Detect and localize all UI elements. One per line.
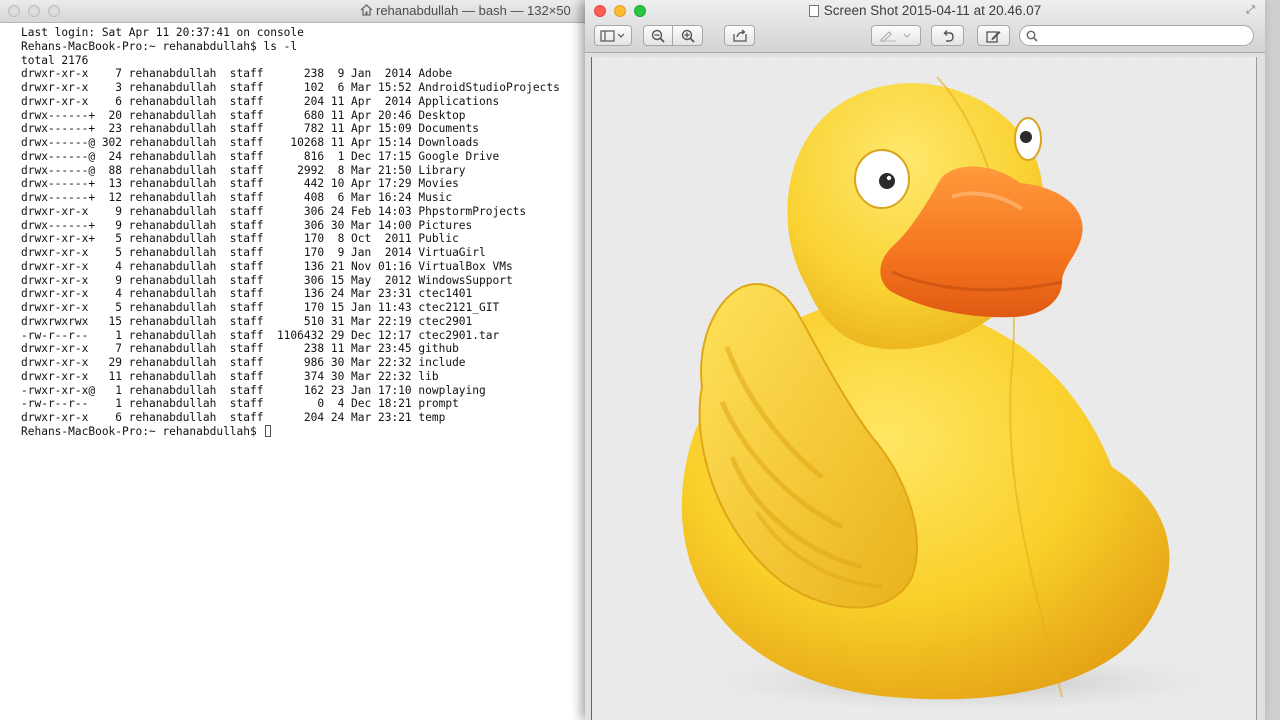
terminal-output[interactable]: Last login: Sat Apr 11 20:37:41 on conso… <box>21 26 596 720</box>
terminal-line: -rwxr-xr-x@ 1 rehanabdullah staff 162 23… <box>21 383 486 397</box>
share-icon <box>732 29 747 42</box>
terminal-prompt: Rehans-MacBook-Pro:~ rehanabdullah$ <box>21 424 264 438</box>
edit-toolbar-button[interactable] <box>977 25 1010 46</box>
markup-toolbox-icon <box>986 30 1001 43</box>
terminal-line: drwx------@ 88 rehanabdullah staff 2992 … <box>21 163 466 177</box>
terminal-line: drwxr-xr-x 9 rehanabdullah staff 306 15 … <box>21 273 513 287</box>
zoom-in-icon <box>681 29 695 43</box>
terminal-line: drwx------+ 20 rehanabdullah staff 680 1… <box>21 108 466 122</box>
terminal-line: drwxr-xr-x 6 rehanabdullah staff 204 24 … <box>21 411 446 424</box>
terminal-line: drwxr-xr-x 6 rehanabdullah staff 204 11 … <box>21 94 500 108</box>
terminal-line: drwx------+ 9 rehanabdullah staff 306 30… <box>21 218 473 232</box>
terminal-line: drwxr-xr-x 29 rehanabdullah staff 986 30… <box>21 356 466 369</box>
terminal-line: drwxr-xr-x 7 rehanabdullah staff 238 11 … <box>21 342 459 356</box>
terminal-line: Last login: Sat Apr 11 20:37:41 on conso… <box>21 26 304 39</box>
terminal-line: drwx------@ 24 rehanabdullah staff 816 1… <box>21 149 500 163</box>
search-input[interactable] <box>1042 27 1246 46</box>
preview-window[interactable]: Screen Shot 2015-04-11 at 20.46.07 ⤢ <box>585 0 1265 720</box>
zoom-button[interactable] <box>48 5 60 17</box>
zoom-out-button[interactable] <box>643 25 673 46</box>
terminal-window[interactable]: rehanabdullah — bash — 132×50 Last login… <box>0 0 600 720</box>
search-icon <box>1026 30 1038 42</box>
terminal-line: -rw-r--r-- 1 rehanabdullah staff 0 4 Dec… <box>21 397 459 411</box>
cyberduck-logo-image <box>681 76 1212 712</box>
terminal-line: drwxr-xr-x 5 rehanabdullah staff 170 9 J… <box>21 246 486 259</box>
terminal-line: Rehans-MacBook-Pro:~ rehanabdullah$ ls -… <box>21 39 298 53</box>
markup-button[interactable] <box>871 25 921 46</box>
zoom-out-icon <box>651 29 665 43</box>
preview-titlebar[interactable]: Screen Shot 2015-04-11 at 20.46.07 ⤢ <box>585 0 1265 53</box>
terminal-line: drwxr-xr-x 4 rehanabdullah staff 136 24 … <box>21 287 473 301</box>
terminal-line: drwxr-xr-x 5 rehanabdullah staff 170 15 … <box>21 301 500 314</box>
terminal-line: total 2176 <box>21 53 89 67</box>
terminal-title: rehanabdullah — bash — 132×50 <box>360 0 571 22</box>
share-button[interactable] <box>724 25 755 46</box>
close-button[interactable] <box>8 5 20 17</box>
home-icon <box>360 1 373 23</box>
terminal-line: drwxr-xr-x 4 rehanabdullah staff 136 21 … <box>21 259 513 273</box>
text-cursor <box>265 424 272 437</box>
terminal-line: drwx------+ 13 rehanabdullah staff 442 1… <box>21 177 459 191</box>
terminal-line: -rw-r--r-- 1 rehanabdullah staff 1106432… <box>21 328 500 342</box>
search-field[interactable] <box>1019 25 1254 46</box>
terminal-prompt-line[interactable]: Rehans-MacBook-Pro:~ rehanabdullah$ <box>21 424 596 439</box>
terminal-line: drwxr-xr-x 3 rehanabdullah staff 102 6 M… <box>21 81 560 94</box>
sidebar-view-button[interactable] <box>594 25 632 46</box>
terminal-line: drwxr-xr-x 7 rehanabdullah staff 238 9 J… <box>21 67 453 81</box>
terminal-line: drwxr-xr-x+ 5 rehanabdullah staff 170 8 … <box>21 232 459 246</box>
fullscreen-icon[interactable]: ⤢ <box>1244 4 1257 17</box>
minimize-button[interactable] <box>28 5 40 17</box>
sidebar-icon <box>600 29 625 42</box>
rotate-button[interactable] <box>931 25 964 46</box>
rotate-icon <box>943 29 954 42</box>
terminal-titlebar[interactable]: rehanabdullah — bash — 132×50 <box>0 0 600 23</box>
terminal-line: drwx------+ 23 rehanabdullah staff 782 1… <box>21 122 480 136</box>
terminal-line: drwx------@ 302 rehanabdullah staff 1026… <box>21 136 480 149</box>
preview-title: Screen Shot 2015-04-11 at 20.46.07 <box>585 3 1265 18</box>
pen-icon <box>880 30 911 42</box>
terminal-line: drwxrwxrwx 15 rehanabdullah staff 510 31… <box>21 314 473 328</box>
zoom-in-button[interactable] <box>672 25 703 46</box>
terminal-line: drwx------+ 12 rehanabdullah staff 408 6… <box>21 191 453 204</box>
terminal-line: drwxr-xr-x 11 rehanabdullah staff 374 30… <box>21 369 439 383</box>
document-icon <box>808 5 819 17</box>
terminal-line: drwxr-xr-x 9 rehanabdullah staff 306 24 … <box>21 204 527 218</box>
image-canvas[interactable] <box>591 57 1257 720</box>
